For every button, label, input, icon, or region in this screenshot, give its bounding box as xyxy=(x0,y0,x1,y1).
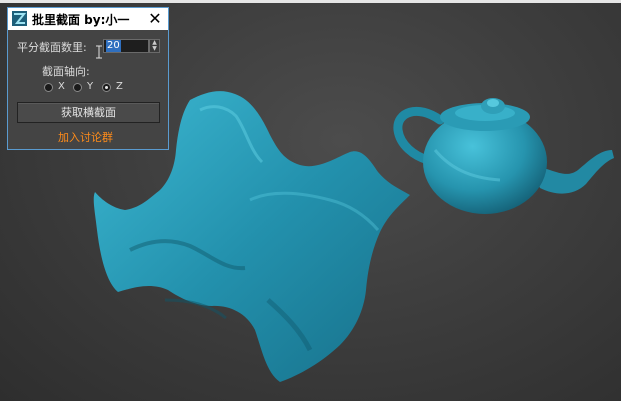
axis-radio-z-label: Z xyxy=(116,81,123,92)
close-icon[interactable]: ✕ xyxy=(145,9,165,29)
section-count-value: 20 xyxy=(106,40,121,52)
dialog-title: 批里截面 by:小一 xyxy=(32,13,130,27)
axis-radio-x-label: X xyxy=(58,81,65,92)
teapot-mesh[interactable] xyxy=(393,98,614,214)
section-count-spinner[interactable]: ▲ ▼ xyxy=(149,39,160,53)
get-cross-section-button[interactable]: 获取横截面 xyxy=(17,102,160,123)
join-discussion-link[interactable]: 加入讨论群 xyxy=(58,129,113,145)
spinner-down-icon[interactable]: ▼ xyxy=(150,46,159,52)
axis-radio-z[interactable] xyxy=(102,83,111,92)
axis-radio-x[interactable] xyxy=(44,83,53,92)
section-axis-label: 截面轴向: xyxy=(42,65,90,78)
axis-radio-y[interactable] xyxy=(73,83,82,92)
axis-radio-y-label: Y xyxy=(87,81,94,92)
app-icon xyxy=(12,11,27,26)
batch-section-dialog: 批里截面 by:小一 ✕ 平分截面数里: 20 ▲ ▼ 截面轴向: X Y Z … xyxy=(7,7,169,150)
dialog-titlebar[interactable]: 批里截面 by:小一 ✕ xyxy=(8,8,168,30)
text-cursor-icon xyxy=(96,45,102,59)
section-count-label: 平分截面数里: xyxy=(17,41,87,54)
section-count-input[interactable]: 20 xyxy=(103,39,149,53)
